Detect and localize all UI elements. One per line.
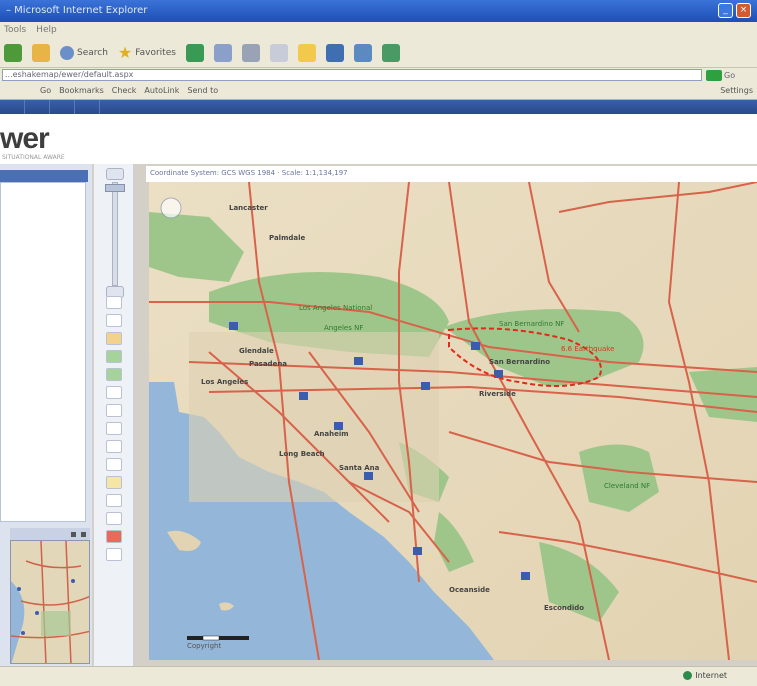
measure-tool-icon[interactable] (106, 422, 122, 435)
map-label-riverside: Riverside (479, 390, 516, 398)
map-label-anaheim: Anaheim (314, 430, 349, 438)
folder-icon[interactable] (297, 43, 316, 62)
nav-tab-1[interactable] (4, 100, 25, 114)
close-button[interactable]: × (736, 3, 751, 18)
print-map-icon[interactable] (106, 476, 122, 489)
window-title: – Microsoft Internet Explorer (6, 5, 148, 16)
security-zone: Internet (683, 671, 727, 680)
zoom-in-tool-icon[interactable] (106, 296, 122, 309)
favorites-label: Favorites (135, 47, 176, 58)
map-tools-column (94, 164, 134, 684)
map-label-angeles-nf-1: Los Angeles National (299, 304, 373, 312)
print-icon[interactable] (241, 43, 260, 62)
app-header: wer SITUATIONAL AWARE (0, 114, 757, 164)
google-toolbar: Go Bookmarks Check AutoLink Send to Sett… (0, 82, 757, 100)
standard-toolbar: Search ★ Favorites (0, 38, 757, 68)
coordinate-system-label: Coordinate System: GCS WGS 1984 · Scale:… (150, 169, 348, 177)
map-scale-label: Copyright (187, 642, 222, 650)
overview-pin-icon[interactable] (71, 531, 76, 537)
gbar-autolink[interactable]: AutoLink (144, 86, 179, 95)
go-label[interactable]: Go (724, 71, 735, 80)
search-icon (60, 45, 74, 60)
favorites-button[interactable]: ★ Favorites (118, 43, 176, 62)
app-logo-subtitle: SITUATIONAL AWARE (2, 154, 65, 161)
edit-icon[interactable] (269, 43, 288, 62)
map-label-lancaster: Lancaster (229, 204, 268, 212)
overview-map[interactable] (10, 540, 90, 664)
map-label-san-bernardino: San Bernardino (489, 358, 551, 366)
gbar-go[interactable]: Go (40, 86, 51, 95)
menu-item-tools[interactable]: Tools (4, 25, 26, 35)
export-icon[interactable] (106, 512, 122, 525)
star-icon: ★ (117, 43, 133, 62)
nav-tab-4[interactable] (79, 100, 100, 114)
map-panel: Coordinate System: GCS WGS 1984 · Scale:… (146, 166, 757, 660)
search-button[interactable]: Search (60, 45, 108, 60)
gbar-settings[interactable]: Settings (720, 86, 753, 95)
help-icon[interactable] (106, 548, 122, 561)
go-icon[interactable] (706, 69, 722, 81)
window-titlebar: – Microsoft Internet Explorer _ × (0, 0, 757, 22)
zoom-in-cap[interactable] (106, 168, 124, 180)
select-tool-icon[interactable] (106, 440, 122, 453)
globe-icon (683, 671, 693, 680)
tools-icon[interactable] (381, 43, 400, 62)
menu-item-help[interactable]: Help (36, 25, 57, 35)
map-label-los-angeles: Los Angeles (201, 378, 249, 386)
map-label-santa-ana: Santa Ana (339, 464, 380, 472)
map-label-glendale: Glendale (239, 347, 274, 355)
pan-tool-icon[interactable] (106, 332, 122, 345)
search-label: Search (77, 47, 108, 58)
map-label-earthquake: 6.6 Earthquake (561, 345, 615, 353)
overview-map-header (10, 528, 90, 540)
zoom-slider-track[interactable] (112, 182, 118, 286)
layers-icon[interactable] (106, 494, 122, 507)
menu-bar: Tools Help (0, 22, 757, 38)
map-label-oceanside: Oceanside (449, 586, 490, 594)
gbar-send-to[interactable]: Send to (187, 86, 218, 95)
minimize-button[interactable]: _ (718, 3, 733, 18)
left-panel-content (0, 182, 86, 522)
map-label-cleveland-nf: Cleveland NF (604, 482, 651, 490)
mail-icon[interactable] (213, 43, 232, 62)
overview-close-icon[interactable] (81, 531, 86, 537)
delete-icon[interactable] (106, 530, 122, 543)
map-label-sb-nf: San Bernardino NF (499, 320, 565, 328)
map-label-long-beach: Long Beach (279, 450, 325, 458)
left-panel-header (0, 170, 88, 182)
window-controls: _ × (718, 3, 751, 18)
map-canvas[interactable]: Lancaster Palmdale Los Angeles National … (149, 182, 757, 660)
zoom-out-tool-icon[interactable] (106, 314, 122, 327)
overview-map-graphic (11, 541, 89, 663)
full-extent-icon[interactable] (106, 350, 122, 363)
gbar-check[interactable]: Check (112, 86, 137, 95)
map-info-bar: Coordinate System: GCS WGS 1984 · Scale:… (146, 166, 757, 182)
status-bar: Internet (0, 666, 757, 686)
app-logo: wer (0, 122, 50, 155)
map-label-pasadena: Pasadena (249, 360, 288, 368)
nav-tab-2[interactable] (29, 100, 50, 114)
messenger-icon[interactable] (325, 43, 344, 62)
left-panel (0, 164, 92, 684)
zoom-slider-thumb[interactable] (105, 184, 125, 192)
app-nav-tabs (0, 100, 757, 114)
map-label-palmdale: Palmdale (269, 234, 306, 242)
identify-tool-icon[interactable] (106, 404, 122, 417)
clear-selection-icon[interactable] (106, 458, 122, 471)
address-bar: ...eshakemap/ewer/default.aspx Go (0, 68, 757, 82)
home-icon[interactable] (32, 43, 50, 62)
next-extent-icon[interactable] (106, 386, 122, 399)
refresh-icon[interactable] (4, 43, 22, 62)
history-icon[interactable] (185, 43, 204, 62)
previous-extent-icon[interactable] (106, 368, 122, 381)
zone-label: Internet (695, 671, 727, 680)
address-input[interactable]: ...eshakemap/ewer/default.aspx (2, 69, 702, 81)
nav-tab-3[interactable] (54, 100, 75, 114)
map-label-escondido: Escondido (544, 604, 585, 612)
map-label-angeles-nf-2: Angeles NF (324, 324, 364, 332)
gbar-bookmarks[interactable]: Bookmarks (59, 86, 104, 95)
research-icon[interactable] (353, 43, 372, 62)
